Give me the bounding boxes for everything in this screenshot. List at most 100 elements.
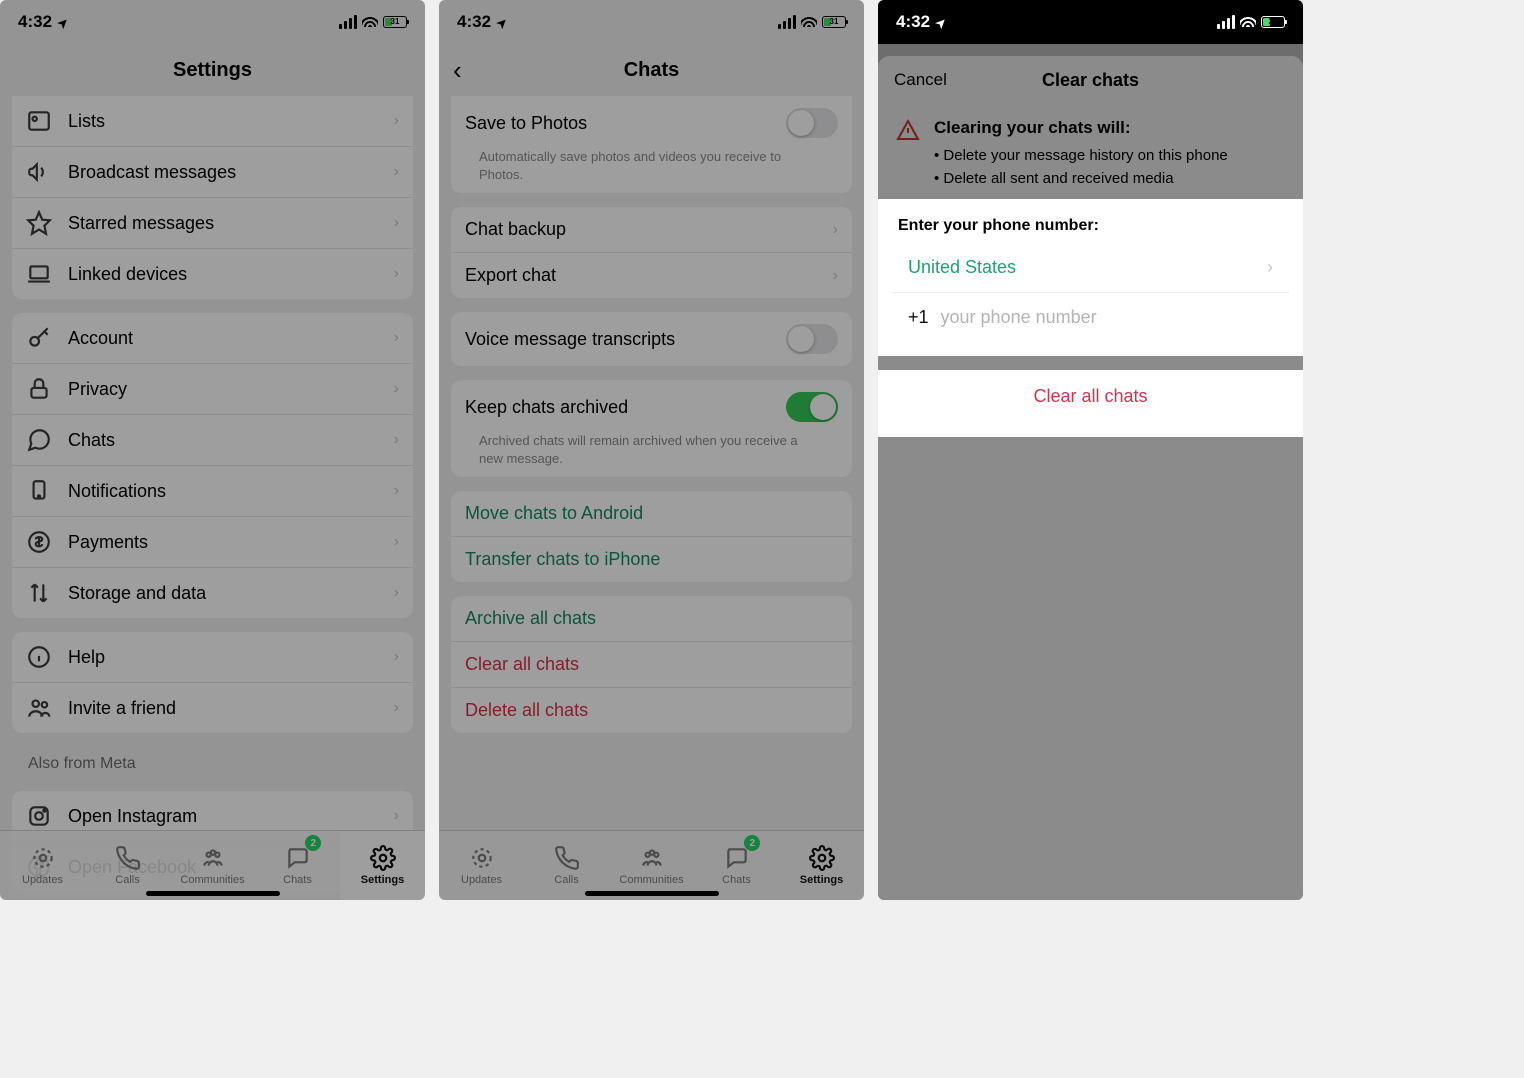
row-starred[interactable]: Starred messages›: [12, 198, 413, 249]
chevron-right-icon: ›: [1267, 257, 1273, 278]
row-linked-devices[interactable]: Linked devices›: [12, 249, 413, 299]
tab-communities[interactable]: Communities: [609, 831, 694, 900]
battery-icon: 31: [822, 16, 846, 28]
home-indicator: [585, 891, 719, 896]
chevron-right-icon: ›: [394, 807, 399, 825]
row-account[interactable]: Account›: [12, 313, 413, 364]
country-row[interactable]: United States ›: [892, 243, 1289, 293]
status-bar: 4:32 31: [439, 0, 864, 44]
tab-communities[interactable]: Communities: [170, 831, 255, 900]
location-icon: [497, 12, 507, 32]
signal-icon: [339, 15, 357, 29]
chevron-right-icon: ›: [394, 533, 399, 551]
bell-icon: [26, 478, 52, 504]
wifi-icon: [362, 12, 378, 32]
tab-chats[interactable]: 2Chats: [694, 831, 779, 900]
chevron-right-icon: ›: [394, 431, 399, 449]
lock-icon: [26, 376, 52, 402]
row-export-chat[interactable]: Export chat›: [451, 253, 852, 298]
sheet-nav: Cancel Clear chats: [878, 56, 1303, 104]
archive-toggle[interactable]: [786, 392, 838, 422]
row-notifications[interactable]: Notifications›: [12, 466, 413, 517]
chevron-right-icon: ›: [394, 265, 399, 283]
phone-input[interactable]: [941, 307, 1273, 328]
save-photos-toggle[interactable]: [786, 108, 838, 138]
warning-block: Clearing your chats will: Delete your me…: [878, 104, 1303, 199]
also-from-meta-header: Also from Meta: [0, 733, 425, 777]
chevron-right-icon: ›: [394, 584, 399, 602]
chat-icon: [26, 427, 52, 453]
warning-item-2: Delete all sent and received media: [934, 167, 1228, 190]
row-keep-archived[interactable]: Keep chats archived: [451, 380, 852, 426]
calls-icon: [113, 845, 143, 871]
row-payments[interactable]: Payments›: [12, 517, 413, 568]
country-label: United States: [908, 257, 1016, 278]
row-transfer-iphone[interactable]: Transfer chats to iPhone: [451, 537, 852, 582]
chevron-right-icon: ›: [833, 221, 838, 239]
row-delete-all[interactable]: Delete all chats: [451, 688, 852, 733]
clear-all-chats-button[interactable]: Clear all chats: [892, 370, 1289, 423]
page-title: Chats: [624, 59, 680, 82]
warning-icon: [896, 118, 920, 147]
row-voice-transcripts[interactable]: Voice message transcripts: [451, 312, 852, 366]
country-code: +1: [908, 307, 929, 328]
enter-phone-header: Enter your phone number:: [878, 201, 1303, 243]
megaphone-icon: [26, 159, 52, 185]
tab-settings[interactable]: Settings: [340, 831, 425, 900]
cancel-button[interactable]: Cancel: [894, 70, 947, 90]
row-save-photos[interactable]: Save to Photos: [451, 96, 852, 142]
updates-icon: [28, 845, 58, 871]
people-icon: [26, 695, 52, 721]
row-help[interactable]: Help›: [12, 632, 413, 683]
archive-desc: Archived chats will remain archived when…: [451, 426, 852, 477]
calls-icon: [552, 845, 582, 871]
row-invite[interactable]: Invite a friend›: [12, 683, 413, 733]
status-time: 4:32: [896, 12, 930, 32]
chevron-right-icon: ›: [394, 214, 399, 232]
phone-row[interactable]: +1: [892, 293, 1289, 342]
tab-settings[interactable]: Settings: [779, 831, 864, 900]
settings-title-bar: Settings: [0, 44, 425, 96]
info-icon: [26, 644, 52, 670]
tab-updates[interactable]: Updates: [0, 831, 85, 900]
row-privacy[interactable]: Privacy›: [12, 364, 413, 415]
chevron-right-icon: ›: [394, 380, 399, 398]
communities-icon: [198, 845, 228, 871]
status-time: 4:32: [18, 12, 52, 32]
status-bar: 4:32 31: [0, 0, 425, 44]
tab-bar: Updates Calls Communities 2Chats Setting…: [439, 830, 864, 900]
chats-badge: 2: [744, 835, 760, 851]
save-photos-desc: Automatically save photos and videos you…: [451, 142, 852, 193]
back-button[interactable]: ‹: [453, 55, 462, 86]
row-move-android[interactable]: Move chats to Android: [451, 491, 852, 537]
tab-updates[interactable]: Updates: [439, 831, 524, 900]
chats-title-bar: ‹ Chats: [439, 44, 864, 96]
laptop-icon: [26, 261, 52, 287]
voice-toggle[interactable]: [786, 324, 838, 354]
tab-calls[interactable]: Calls: [85, 831, 170, 900]
battery-icon: 31: [1261, 16, 1285, 28]
updates-icon: [467, 845, 497, 871]
star-icon: [26, 210, 52, 236]
tab-calls[interactable]: Calls: [524, 831, 609, 900]
location-icon: [936, 12, 946, 32]
chevron-right-icon: ›: [833, 267, 838, 285]
signal-icon: [778, 15, 796, 29]
row-archive-all[interactable]: Archive all chats: [451, 596, 852, 642]
warning-title: Clearing your chats will:: [934, 118, 1228, 138]
row-chat-backup[interactable]: Chat backup›: [451, 207, 852, 253]
status-time: 4:32: [457, 12, 491, 32]
communities-icon: [637, 845, 667, 871]
tab-chats[interactable]: 2Chats: [255, 831, 340, 900]
home-indicator: [146, 891, 280, 896]
row-broadcast[interactable]: Broadcast messages›: [12, 147, 413, 198]
wifi-icon: [1240, 12, 1256, 32]
row-storage[interactable]: Storage and data›: [12, 568, 413, 618]
chevron-right-icon: ›: [394, 482, 399, 500]
chevron-right-icon: ›: [394, 329, 399, 347]
row-clear-all[interactable]: Clear all chats: [451, 642, 852, 688]
row-lists[interactable]: Lists›: [12, 96, 413, 147]
chevron-right-icon: ›: [394, 648, 399, 666]
row-chats[interactable]: Chats›: [12, 415, 413, 466]
location-icon: [58, 12, 68, 32]
